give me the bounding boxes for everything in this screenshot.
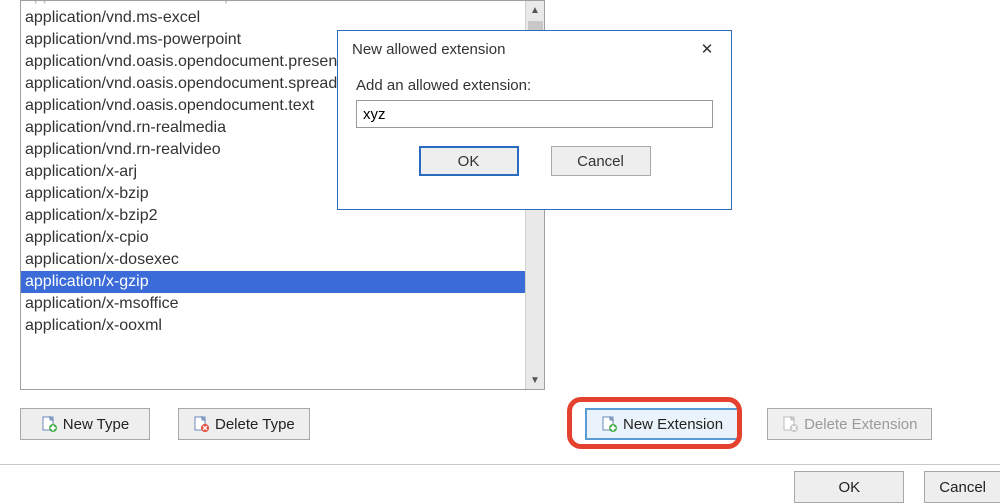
- main-cancel-button[interactable]: Cancel: [924, 471, 1000, 503]
- close-icon: ✕: [701, 40, 714, 58]
- footer-buttons: OK Cancel: [0, 464, 1000, 504]
- document-delete-icon: [782, 416, 798, 432]
- document-add-icon: [601, 416, 617, 432]
- list-item[interactable]: application/x-dosexec: [21, 249, 525, 271]
- dialog-field-label: Add an allowed extension:: [356, 77, 713, 94]
- dialog-title: New allowed extension: [352, 41, 693, 58]
- delete-type-label: Delete Type: [215, 416, 295, 433]
- new-type-label: New Type: [63, 416, 129, 433]
- dialog-close-button[interactable]: ✕: [693, 37, 721, 61]
- scroll-down-arrow[interactable]: ▼: [526, 371, 544, 389]
- dialog-ok-button[interactable]: OK: [419, 146, 519, 176]
- extension-input[interactable]: [356, 100, 713, 128]
- dialog-cancel-button[interactable]: Cancel: [551, 146, 651, 176]
- new-extension-dialog: New allowed extension ✕ Add an allowed e…: [337, 30, 732, 210]
- list-item[interactable]: application/x-gzip: [21, 271, 525, 293]
- new-extension-label: New Extension: [623, 416, 723, 433]
- delete-type-button[interactable]: Delete Type: [178, 408, 310, 440]
- new-extension-button[interactable]: New Extension: [585, 408, 739, 440]
- new-type-button[interactable]: New Type: [20, 408, 150, 440]
- list-item[interactable]: application/x-cpio: [21, 227, 525, 249]
- document-delete-icon: [193, 416, 209, 432]
- document-add-icon: [41, 416, 57, 432]
- delete-extension-button: Delete Extension: [767, 408, 932, 440]
- scroll-up-arrow[interactable]: ▲: [526, 1, 544, 19]
- list-item[interactable]: application/x-msoffice: [21, 293, 525, 315]
- list-item[interactable]: application/x-ooxml: [21, 315, 525, 337]
- delete-extension-label: Delete Extension: [804, 416, 917, 433]
- main-ok-button[interactable]: OK: [794, 471, 904, 503]
- list-item[interactable]: application/vnd.ms-excel: [21, 7, 525, 29]
